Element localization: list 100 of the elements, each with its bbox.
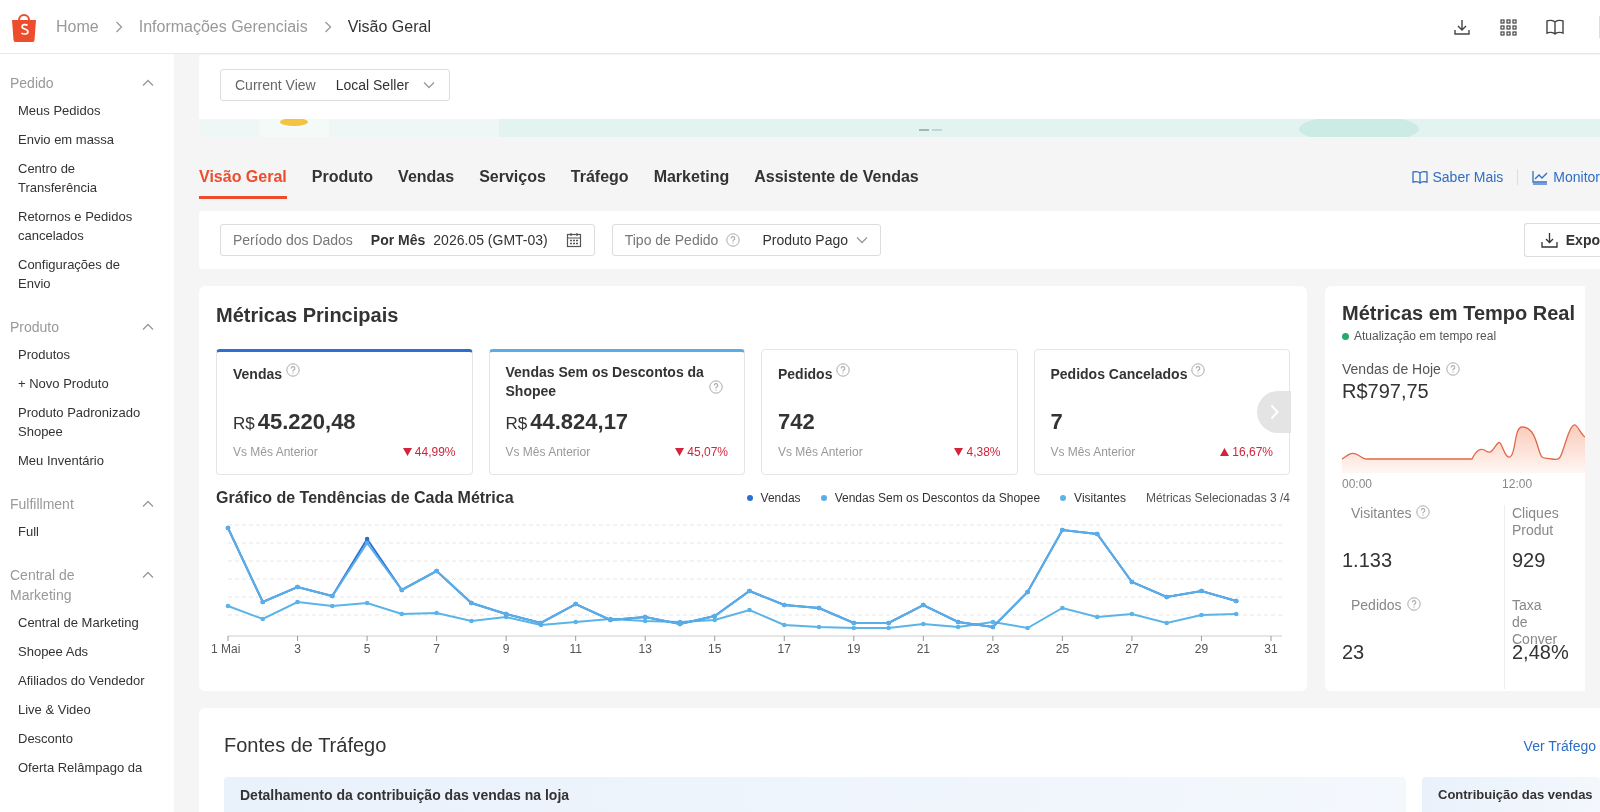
- metric-value: 7: [1050, 409, 1063, 435]
- view-selector[interactable]: Current View Local Seller: [220, 69, 450, 101]
- change-percent: 4,38%: [966, 445, 1001, 459]
- nav-item[interactable]: Centro de Transferência: [18, 159, 151, 197]
- metric-value: 742: [778, 409, 815, 435]
- export-button[interactable]: Expo: [1523, 223, 1600, 257]
- metric-value: R$797,75: [1342, 380, 1430, 403]
- chevron-right-icon: [1269, 404, 1279, 420]
- axis-tick-label: 1 Mai: [211, 642, 241, 656]
- metric-card[interactable]: Vendas Sem os Descontos da Shopee R$44.824,17 Vs Mês Anterior 45,07%: [488, 349, 745, 475]
- nav-item[interactable]: Afiliados do Vendedor: [18, 671, 145, 690]
- nav-item[interactable]: Full: [18, 522, 39, 541]
- shopping-bag-logo-icon[interactable]: [10, 11, 38, 42]
- status-dot: [1342, 332, 1349, 340]
- realtime-metric-label: Visitantes: [1351, 505, 1412, 522]
- axis-tick-label: 31: [1264, 642, 1278, 656]
- tab[interactable]: Produto: [311, 168, 374, 199]
- next-button[interactable]: [1257, 391, 1291, 433]
- metric-card[interactable]: Pedidos 742 Vs Mês Anterior 4,38%: [761, 349, 1018, 475]
- legend-label[interactable]: Visitantes: [1074, 491, 1126, 505]
- time-axis-label: 12:00: [1502, 477, 1533, 491]
- nav-item[interactable]: Produto Padronizado Shopee: [18, 403, 151, 441]
- breadcrumb-item: Visão Geral: [347, 17, 431, 36]
- chevron-up-icon[interactable]: [142, 500, 154, 508]
- realtime-metric-value: 1.133: [1342, 549, 1394, 572]
- order-type-dropdown[interactable]: Tipo de Pedido Produto Pago: [611, 224, 881, 256]
- realtime-metric-value: 929: [1512, 549, 1547, 572]
- nav-item[interactable]: + Novo Produto: [18, 374, 109, 393]
- comparison-label: Vs Mês Anterior: [505, 445, 591, 459]
- time-axis-label: 00:00: [1342, 477, 1373, 491]
- axis-tick-label: 21: [916, 642, 930, 656]
- help-icon[interactable]: [726, 233, 741, 247]
- legend-label[interactable]: Vendas Sem os Descontos da Shopee: [834, 491, 1041, 505]
- change-percent: 44,99%: [414, 445, 456, 459]
- help-icon[interactable]: [836, 363, 851, 377]
- nav-item[interactable]: Retornos e Pedidos cancelados: [18, 207, 151, 245]
- nav-item[interactable]: Meus Pedidos: [18, 101, 101, 120]
- nav-item[interactable]: Desconto: [18, 729, 73, 748]
- nav-item[interactable]: Envio em massa: [18, 130, 115, 149]
- metric-value: 44.824,17: [530, 409, 629, 435]
- nav-item[interactable]: Oferta Relâmpago da: [18, 758, 143, 777]
- help-icon[interactable]: [1445, 362, 1460, 376]
- legend-label[interactable]: Vendas: [760, 491, 801, 505]
- apps-grid-icon[interactable]: [1499, 17, 1517, 36]
- nav-item[interactable]: Produtos: [18, 345, 71, 364]
- help-icon[interactable]: [285, 363, 300, 377]
- download-icon: [1540, 232, 1558, 248]
- axis-tick-label: 25: [1055, 642, 1070, 656]
- monitor-link[interactable]: Monitor: [1532, 169, 1600, 185]
- help-icon[interactable]: [1406, 597, 1421, 611]
- metric-card[interactable]: Vendas R$45.220,48 Vs Mês Anterior 44,99%: [216, 349, 473, 475]
- nav-item[interactable]: Shopee Ads: [18, 642, 89, 661]
- nav-item[interactable]: Live & Video: [18, 700, 91, 719]
- section-title: Métricas Principais: [216, 303, 400, 328]
- chevron-right-icon: [323, 20, 332, 33]
- chevron-up-icon[interactable]: [142, 79, 154, 87]
- download-icon[interactable]: [1453, 17, 1471, 36]
- axis-tick-label: 5: [363, 642, 371, 656]
- chevron-down-icon: [422, 81, 435, 89]
- nav-item[interactable]: Meu Inventário: [18, 451, 104, 470]
- axis-tick-label: 27: [1125, 642, 1139, 656]
- help-icon[interactable]: [1416, 505, 1431, 519]
- axis-tick-label: 17: [777, 642, 791, 656]
- nav-group-title: Produto: [10, 318, 61, 337]
- metric-label: Pedidos: [778, 365, 833, 384]
- metric-card[interactable]: Pedidos Cancelados 7 Vs Mês Anterior 16,67%: [1033, 349, 1290, 475]
- chevron-up-icon[interactable]: [142, 571, 154, 579]
- currency-symbol: R$: [233, 414, 255, 434]
- axis-tick-label: 19: [847, 642, 861, 656]
- comparison-label: Vs Mês Anterior: [1050, 445, 1136, 459]
- book-icon: [1411, 170, 1428, 184]
- tab[interactable]: Vendas: [398, 168, 455, 199]
- change-percent: 45,07%: [687, 445, 728, 459]
- axis-tick-label: 9: [502, 642, 510, 656]
- help-icon[interactable]: [1191, 363, 1206, 377]
- nav-item[interactable]: Configurações de Envio: [18, 255, 151, 293]
- axis-tick-label: 15: [708, 642, 722, 656]
- axis-tick-label: 13: [638, 642, 652, 656]
- date-range-field[interactable]: Período dos Dados Por Mês 2026.05 (GMT-03): [220, 224, 595, 256]
- selected-metrics-count: Métricas Selecionadas 3 /4: [1145, 491, 1290, 505]
- nav-group-title: Fulfillment: [10, 495, 75, 514]
- book-icon[interactable]: [1545, 17, 1565, 36]
- metric-label: Vendas Sem os Descontos da Shopee: [505, 363, 705, 401]
- help-icon[interactable]: [709, 380, 724, 394]
- chevron-up-icon[interactable]: [142, 323, 154, 331]
- axis-tick-label: 23: [986, 642, 1000, 656]
- axis-tick-label: 3: [294, 642, 301, 656]
- panel-header: Contribuição das vendas: [1422, 777, 1600, 812]
- axis-tick-label: 29: [1194, 642, 1209, 656]
- tab[interactable]: Marketing: [653, 168, 730, 199]
- tab[interactable]: Serviços: [479, 168, 546, 199]
- nav-item[interactable]: Central de Marketing: [18, 613, 139, 632]
- chevron-down-icon: [856, 236, 868, 244]
- view-traffic-link[interactable]: Ver Tráfego: [1523, 737, 1600, 754]
- tab[interactable]: Assistente de Vendas: [754, 168, 919, 199]
- learn-more-link[interactable]: Saber Mais: [1411, 169, 1504, 185]
- tab[interactable]: Tráfego: [570, 168, 629, 199]
- axis-tick-label: 11: [569, 642, 582, 656]
- chart-icon: [1532, 169, 1549, 185]
- metric-label: Pedidos Cancelados: [1050, 365, 1188, 384]
